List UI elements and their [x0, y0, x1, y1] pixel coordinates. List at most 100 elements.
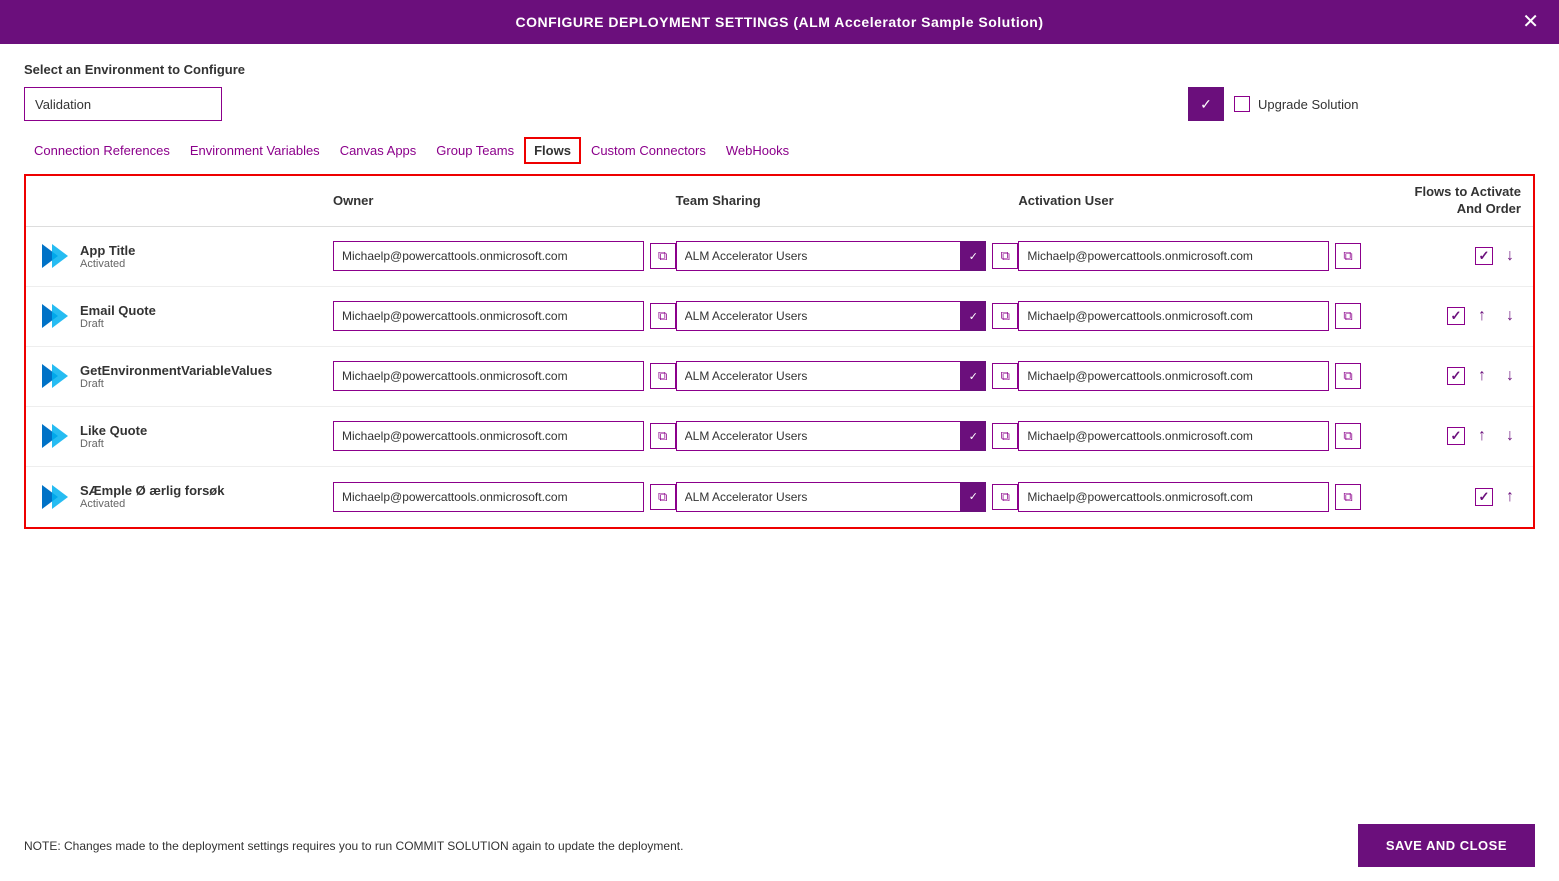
team-select-wrapper: ALM Accelerator Users ✓ — [676, 482, 987, 512]
activation-cell: ⧉ — [1018, 241, 1361, 271]
footer-note: NOTE: Changes made to the deployment set… — [24, 839, 683, 853]
tab-group-teams[interactable]: Group Teams — [426, 137, 524, 164]
tab-connection-references[interactable]: Connection References — [24, 137, 180, 164]
flows-table: Owner Team Sharing Activation User Flows… — [24, 174, 1535, 529]
owner-cell: ⧉ — [333, 241, 676, 271]
owner-copy-button[interactable]: ⧉ — [650, 484, 676, 510]
activation-cell: ⧉ — [1018, 482, 1361, 512]
move-down-button[interactable]: ↓ — [1499, 245, 1521, 267]
owner-email-input[interactable] — [333, 241, 644, 271]
activation-copy-button[interactable]: ⧉ — [1335, 303, 1361, 329]
flow-icon — [38, 300, 70, 332]
activate-checkbox[interactable]: ✓ — [1475, 247, 1493, 265]
flow-name-text: App Title Activated — [80, 243, 135, 270]
table-row: GetEnvironmentVariableValues Draft ⧉ ALM… — [26, 347, 1533, 407]
team-select[interactable]: ALM Accelerator Users — [676, 361, 987, 391]
table-row: Like Quote Draft ⧉ ALM Accelerator Users… — [26, 407, 1533, 467]
team-select[interactable]: ALM Accelerator Users — [676, 301, 987, 331]
team-copy-button[interactable]: ⧉ — [992, 363, 1018, 389]
activate-checkbox[interactable]: ✓ — [1447, 367, 1465, 385]
flow-name-text: Like Quote Draft — [80, 423, 147, 450]
env-caret-icon: ✓ — [1188, 87, 1224, 121]
order-cell: ✓ ↑ ↓ — [1361, 425, 1521, 447]
flow-name-cell: Like Quote Draft — [38, 420, 333, 452]
flow-name-cell: GetEnvironmentVariableValues Draft — [38, 360, 333, 392]
activation-cell: ⧉ — [1018, 421, 1361, 451]
order-cell: ✓ ↑ — [1361, 486, 1521, 508]
flow-name-text: SÆmple Ø ærlig forsøk Activated — [80, 483, 224, 510]
tab-webhooks[interactable]: WebHooks — [716, 137, 799, 164]
move-down-button[interactable]: ↓ — [1499, 365, 1521, 387]
flow-name-cell: Email Quote Draft — [38, 300, 333, 332]
header-owner: Owner — [333, 184, 676, 218]
team-copy-button[interactable]: ⧉ — [992, 303, 1018, 329]
flow-icon — [38, 240, 70, 272]
owner-email-input[interactable] — [333, 361, 644, 391]
close-button[interactable]: ✕ — [1522, 12, 1539, 32]
owner-copy-button[interactable]: ⧉ — [650, 363, 676, 389]
order-cell: ✓ ↑ ↓ — [1361, 305, 1521, 327]
team-select[interactable]: ALM Accelerator Users — [676, 421, 987, 451]
header-flows-order: Flows to Activate And Order — [1361, 184, 1521, 218]
team-cell: ALM Accelerator Users ✓ ⧉ — [676, 301, 1019, 331]
flow-name-cell: SÆmple Ø ærlig forsøk Activated — [38, 481, 333, 513]
owner-email-input[interactable] — [333, 421, 644, 451]
owner-copy-button[interactable]: ⧉ — [650, 303, 676, 329]
activation-email-input[interactable] — [1018, 482, 1329, 512]
team-select-wrapper: ALM Accelerator Users ✓ — [676, 421, 987, 451]
activation-copy-button[interactable]: ⧉ — [1335, 484, 1361, 510]
activation-copy-button[interactable]: ⧉ — [1335, 243, 1361, 269]
owner-copy-button[interactable]: ⧉ — [650, 423, 676, 449]
team-select[interactable]: ALM Accelerator Users — [676, 482, 987, 512]
move-up-button[interactable]: ↑ — [1471, 365, 1493, 387]
title-bar: CONFIGURE DEPLOYMENT SETTINGS (ALM Accel… — [0, 0, 1559, 44]
upgrade-label: Upgrade Solution — [1234, 96, 1358, 112]
move-up-button[interactable]: ↑ — [1471, 425, 1493, 447]
tab-flows[interactable]: Flows — [524, 137, 581, 164]
team-cell: ALM Accelerator Users ✓ ⧉ — [676, 421, 1019, 451]
team-select-wrapper: ALM Accelerator Users ✓ — [676, 301, 987, 331]
activation-email-input[interactable] — [1018, 361, 1329, 391]
team-copy-button[interactable]: ⧉ — [992, 423, 1018, 449]
owner-email-input[interactable] — [333, 482, 644, 512]
activation-copy-button[interactable]: ⧉ — [1335, 423, 1361, 449]
order-cell: ✓ ↓ — [1361, 245, 1521, 267]
activation-email-input[interactable] — [1018, 421, 1329, 451]
env-row: ✓ Upgrade Solution — [24, 87, 1535, 121]
flow-icon — [38, 420, 70, 452]
activation-email-input[interactable] — [1018, 301, 1329, 331]
owner-email-input[interactable] — [333, 301, 644, 331]
team-cell: ALM Accelerator Users ✓ ⧉ — [676, 361, 1019, 391]
activation-cell: ⧉ — [1018, 361, 1361, 391]
move-up-button[interactable]: ↑ — [1471, 305, 1493, 327]
env-select-wrapper: ✓ — [24, 87, 1224, 121]
team-cell: ALM Accelerator Users ✓ ⧉ — [676, 482, 1019, 512]
tab-custom-connectors[interactable]: Custom Connectors — [581, 137, 716, 164]
table-row: Email Quote Draft ⧉ ALM Accelerator User… — [26, 287, 1533, 347]
tab-environment-variables[interactable]: Environment Variables — [180, 137, 330, 164]
team-copy-button[interactable]: ⧉ — [992, 484, 1018, 510]
team-select-wrapper: ALM Accelerator Users ✓ — [676, 361, 987, 391]
flow-icon — [38, 481, 70, 513]
save-and-close-button[interactable]: SAVE AND CLOSE — [1358, 824, 1535, 867]
flow-name-text: Email Quote Draft — [80, 303, 156, 330]
activation-copy-button[interactable]: ⧉ — [1335, 363, 1361, 389]
team-select[interactable]: ALM Accelerator Users — [676, 241, 987, 271]
env-select[interactable] — [24, 87, 222, 121]
owner-copy-button[interactable]: ⧉ — [650, 243, 676, 269]
move-down-button[interactable]: ↓ — [1499, 425, 1521, 447]
header-activation-user: Activation User — [1018, 184, 1361, 218]
activate-checkbox[interactable]: ✓ — [1475, 488, 1493, 506]
team-copy-button[interactable]: ⧉ — [992, 243, 1018, 269]
move-down-button[interactable]: ↓ — [1499, 305, 1521, 327]
move-up-button[interactable]: ↑ — [1499, 486, 1521, 508]
tab-canvas-apps[interactable]: Canvas Apps — [330, 137, 427, 164]
flow-name-text: GetEnvironmentVariableValues Draft — [80, 363, 272, 390]
activate-checkbox[interactable]: ✓ — [1447, 307, 1465, 325]
table-row: App Title Activated ⧉ ALM Accelerator Us… — [26, 227, 1533, 287]
owner-cell: ⧉ — [333, 301, 676, 331]
flow-icon — [38, 360, 70, 392]
activation-email-input[interactable] — [1018, 241, 1329, 271]
upgrade-checkbox[interactable] — [1234, 96, 1250, 112]
activate-checkbox[interactable]: ✓ — [1447, 427, 1465, 445]
